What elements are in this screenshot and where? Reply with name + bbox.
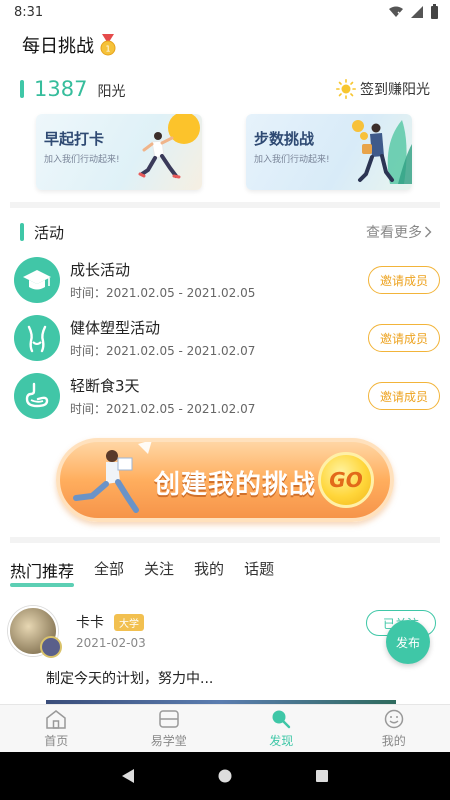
svg-text:1: 1 bbox=[105, 45, 110, 54]
nav-item-home[interactable]: 首页 bbox=[0, 705, 113, 752]
post-content: 制定今天的计划，努力中... bbox=[46, 671, 214, 687]
nav-label: 易学堂 bbox=[150, 733, 187, 748]
activity-item[interactable]: 成长活动 时间：2021.02.05 - 2021.02.05 邀请成员 bbox=[14, 256, 440, 304]
smiley-icon bbox=[384, 709, 403, 728]
tab-following[interactable]: 关注 bbox=[144, 558, 174, 579]
feed-tabs: 热门推荐 全部 关注 我的 话题 bbox=[10, 558, 294, 587]
activity-item[interactable]: 轻断食3天 时间：2021.02.05 - 2021.02.07 邀请成员 bbox=[14, 372, 440, 420]
home-icon bbox=[46, 709, 66, 729]
page-header: 每日挑战 1 bbox=[22, 32, 118, 58]
banner-title: 步数挑战 bbox=[254, 130, 315, 148]
section-divider bbox=[10, 202, 440, 208]
activity-text: 成长活动 时间：2021.02.05 - 2021.02.05 bbox=[70, 260, 255, 301]
discover-icon bbox=[272, 710, 291, 728]
body-shape-icon bbox=[14, 315, 60, 361]
nav-label: 发现 bbox=[269, 733, 294, 748]
publish-button[interactable]: 发布 bbox=[386, 620, 430, 664]
checkin-button[interactable]: 签到赚阳光 bbox=[336, 79, 430, 99]
nav-item-school[interactable]: 易学堂 bbox=[113, 705, 226, 752]
activity-time: 时间：2021.02.05 - 2021.02.07 bbox=[70, 343, 256, 358]
nav-item-discover[interactable]: 发现 bbox=[225, 705, 338, 752]
recents-icon[interactable] bbox=[314, 768, 330, 784]
create-challenge-label: 创建我的挑战 bbox=[154, 470, 317, 500]
checkin-label: 签到赚阳光 bbox=[360, 82, 430, 98]
graduation-cap-icon bbox=[14, 257, 60, 303]
medal-icon: 1 bbox=[100, 34, 116, 56]
activity-name: 成长活动 bbox=[70, 260, 131, 279]
view-more-label: 查看更多 bbox=[366, 225, 422, 241]
banner-step-challenge[interactable]: 步数挑战 加入我们行动起来! bbox=[246, 114, 412, 190]
section-title: 活动 bbox=[34, 223, 65, 242]
tab-hot[interactable]: 热门推荐 bbox=[10, 558, 75, 587]
activity-name: 健体塑型活动 bbox=[70, 318, 161, 337]
level-badge-icon bbox=[40, 636, 62, 658]
section-divider bbox=[10, 537, 440, 543]
school-icon bbox=[159, 709, 179, 728]
create-challenge-button[interactable]: 创建我的挑战 GO bbox=[56, 438, 394, 522]
back-icon[interactable] bbox=[120, 768, 136, 784]
activity-section-header: 活动 查看更多 bbox=[20, 220, 432, 244]
signal-icon bbox=[411, 6, 423, 18]
chevron-right-icon bbox=[425, 226, 432, 238]
nav-label: 首页 bbox=[44, 733, 69, 748]
invite-members-button[interactable]: 邀请成员 bbox=[368, 382, 440, 410]
status-icons bbox=[389, 3, 438, 19]
activity-time: 时间：2021.02.05 - 2021.02.07 bbox=[70, 401, 256, 416]
activity-time: 时间：2021.02.05 - 2021.02.05 bbox=[70, 285, 256, 300]
status-time: 8:31 bbox=[14, 4, 44, 20]
tab-all[interactable]: 全部 bbox=[94, 558, 124, 579]
system-nav-bar bbox=[0, 752, 450, 800]
activity-text: 健体塑型活动 时间：2021.02.05 - 2021.02.07 bbox=[70, 318, 255, 359]
banner-early-checkin[interactable]: 早起打卡 加入我们行动起来! bbox=[36, 114, 202, 190]
bottom-nav: 首页 易学堂 发现 我的 bbox=[0, 704, 450, 752]
banner-subtitle: 加入我们行动起来! bbox=[254, 155, 330, 165]
user-tag: 大学 bbox=[114, 613, 144, 631]
activity-item[interactable]: 健体塑型活动 时间：2021.02.05 - 2021.02.07 邀请成员 bbox=[14, 314, 440, 362]
post-user: 卡卡 大学 bbox=[76, 612, 144, 632]
tab-mine[interactable]: 我的 bbox=[194, 558, 224, 579]
reading-runner-icon bbox=[73, 442, 152, 513]
sunshine-unit: 阳光 bbox=[97, 84, 126, 100]
banner-title: 早起打卡 bbox=[44, 130, 105, 148]
wifi-icon bbox=[389, 6, 403, 17]
post-date: 2021-02-03 bbox=[76, 636, 146, 650]
nav-label: 我的 bbox=[381, 733, 406, 748]
activity-text: 轻断食3天 时间：2021.02.05 - 2021.02.07 bbox=[70, 376, 255, 417]
runner-illustration-icon bbox=[138, 114, 200, 179]
invite-members-button[interactable]: 邀请成员 bbox=[368, 266, 440, 294]
nav-item-mine[interactable]: 我的 bbox=[338, 705, 450, 752]
sun-icon bbox=[336, 79, 356, 99]
activity-name: 轻断食3天 bbox=[70, 376, 140, 395]
walker-illustration-icon bbox=[352, 120, 412, 184]
tab-topics[interactable]: 话题 bbox=[244, 558, 274, 579]
view-more-link[interactable]: 查看更多 bbox=[366, 222, 432, 242]
battery-icon bbox=[431, 3, 438, 19]
stomach-icon bbox=[14, 373, 60, 419]
post-username[interactable]: 卡卡 bbox=[76, 612, 104, 632]
accent-bar bbox=[20, 80, 24, 98]
accent-bar bbox=[20, 223, 24, 241]
sunshine-row: 1387 阳光 签到赚阳光 bbox=[20, 74, 430, 104]
page-title: 每日挑战 bbox=[22, 36, 94, 57]
banner-subtitle: 加入我们行动起来! bbox=[44, 155, 120, 165]
go-badge: GO bbox=[318, 452, 374, 508]
sunshine-count: 1387 bbox=[34, 77, 88, 101]
status-bar: 8:31 bbox=[0, 0, 450, 24]
invite-members-button[interactable]: 邀请成员 bbox=[368, 324, 440, 352]
home-circle-icon[interactable] bbox=[217, 768, 233, 784]
